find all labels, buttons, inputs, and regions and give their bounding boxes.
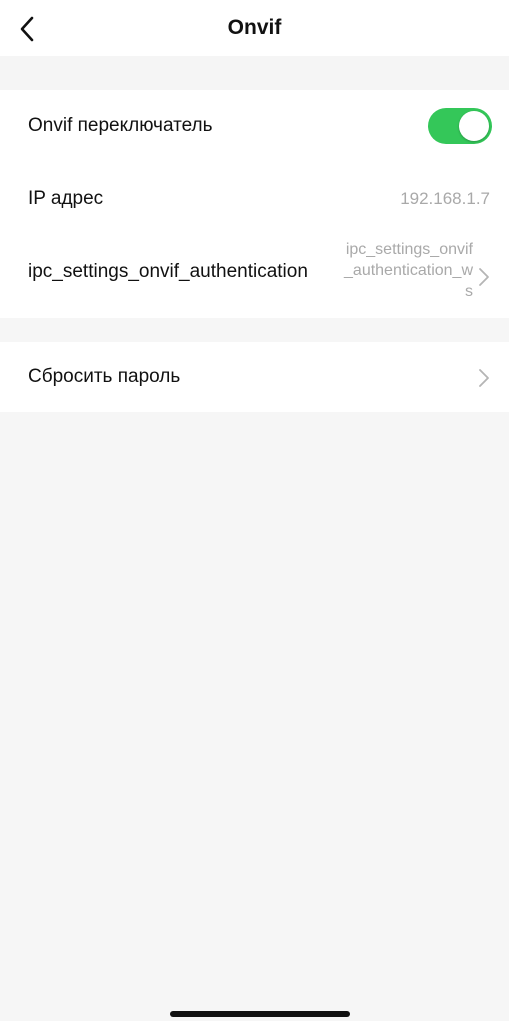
onvif-switch-label: Onvif переключатель <box>28 115 213 136</box>
reset-password-row[interactable]: Сбросить пароль <box>0 342 509 412</box>
ip-address-value: 192.168.1.7 <box>400 189 490 208</box>
home-indicator <box>170 1011 350 1017</box>
nav-bar: Onvif <box>0 0 509 56</box>
chevron-right-icon <box>479 268 489 286</box>
reset-password-label: Сбросить пароль <box>28 366 181 387</box>
authentication-label: ipc_settings_onvif_authentication <box>28 261 308 282</box>
section-spacer <box>0 56 509 90</box>
authentication-row[interactable]: ipc_settings_onvif_authentication ipc_se… <box>0 234 509 318</box>
onvif-toggle[interactable] <box>428 108 492 144</box>
page-title: Onvif <box>227 16 282 39</box>
onvif-settings-group: Onvif переключатель IP адрес 192.168.1.7… <box>0 90 509 318</box>
chevron-right-icon <box>479 369 489 387</box>
toggle-knob <box>459 111 489 141</box>
reset-group: Сбросить пароль <box>0 342 509 412</box>
ip-address-label: IP адрес <box>28 188 104 209</box>
ip-address-row: IP адрес 192.168.1.7 <box>0 162 509 234</box>
onvif-switch-row: Onvif переключатель <box>0 90 509 162</box>
authentication-value: ipc_settings_onvif_authentication_ws <box>344 241 473 300</box>
